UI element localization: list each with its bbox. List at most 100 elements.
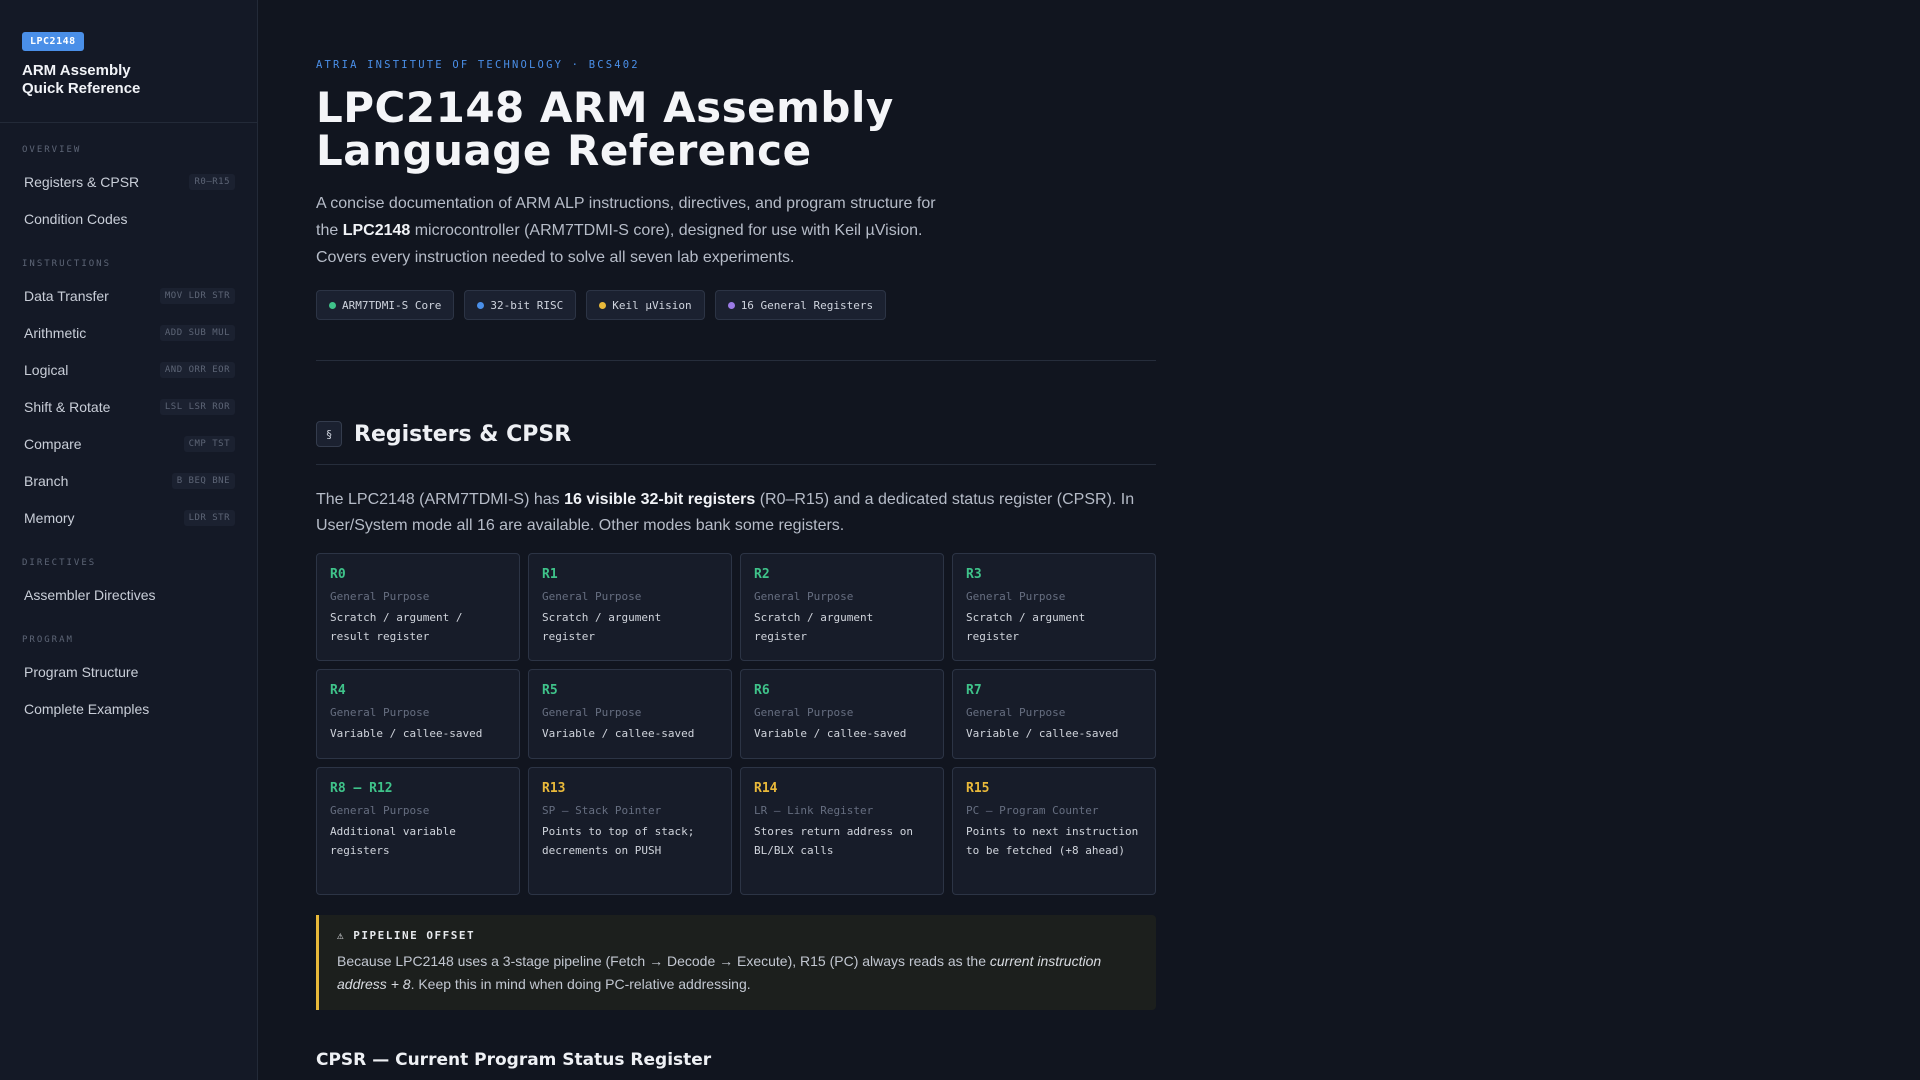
sidebar-item-tag: B BEQ BNE [171, 472, 235, 489]
register-desc: Variable / callee-saved [754, 727, 907, 740]
feature-pill: ARM7TDMI-S Core [316, 290, 455, 320]
pill-label: 32-bit RISC [490, 298, 564, 312]
sidebar-item-logical[interactable]: Logical AND ORR EOR [0, 351, 257, 388]
register-desc: Variable / callee-saved [542, 727, 695, 740]
register-name: R3 [966, 567, 982, 582]
register-role: General Purpose [330, 804, 430, 817]
register-card: R0 General Purpose Scratch / argument / … [316, 553, 520, 661]
sidebar-item-label: Memory [24, 509, 75, 526]
callout-title: ⚠ PIPELINE OFFSET [337, 929, 1136, 942]
sidebar-item-label: Assembler Directives [24, 586, 156, 603]
sidebar-item-label: Shift & Rotate [24, 398, 111, 415]
register-role: General Purpose [542, 590, 642, 603]
register-desc: Points to next instruction to be fetched… [966, 825, 1139, 857]
register-desc: Additional variable registers [330, 825, 456, 857]
nav-section-overview: OVERVIEW Registers & CPSR R0–R15 Conditi… [0, 145, 257, 237]
register-role: General Purpose [754, 706, 854, 719]
section-title: Registers & CPSR [354, 421, 572, 447]
register-name: R8 – R12 [330, 781, 393, 796]
register-name: R5 [542, 683, 558, 698]
section-paragraph: The LPC2148 (ARM7TDMI-S) has 16 visible … [316, 487, 1136, 539]
page-intro: A concise documentation of ARM ALP instr… [316, 190, 956, 271]
sidebar-item-shift-rotate[interactable]: Shift & Rotate LSL LSR ROR [0, 388, 257, 425]
main-content: ATRIA INSTITUTE OF TECHNOLOGY · BCS402 L… [316, 0, 1156, 1070]
sidebar-item-label: Compare [24, 435, 82, 452]
sidebar-item-tag: R0–R15 [189, 173, 235, 190]
divider [316, 464, 1156, 465]
sidebar-item-condition-codes[interactable]: Condition Codes [0, 200, 257, 237]
callout-title-text: PIPELINE OFFSET [353, 929, 476, 942]
register-grid: R0 General Purpose Scratch / argument / … [316, 553, 1156, 895]
sidebar-item-arithmetic[interactable]: Arithmetic ADD SUB MUL [0, 314, 257, 351]
register-name: R6 [754, 683, 770, 698]
sidebar-item-registers[interactable]: Registers & CPSR R0–R15 [0, 163, 257, 200]
register-role: General Purpose [330, 706, 430, 719]
callout-text: Because LPC2148 uses a 3-stage pipeline … [337, 950, 1136, 996]
register-name: R1 [542, 567, 558, 582]
sidebar-item-label: Arithmetic [24, 324, 87, 341]
section-icon: § [316, 421, 342, 447]
brand-title: ARM Assembly Quick Reference [22, 62, 141, 97]
register-role: PC — Program Counter [966, 804, 1099, 817]
page-title: LPC2148 ARM Assembly Language Reference [316, 83, 894, 175]
sidebar-item-tag: LSL LSR ROR [159, 398, 235, 415]
status-dot [727, 301, 735, 309]
sidebar-item-data-transfer[interactable]: Data Transfer MOV LDR STR [0, 277, 257, 314]
nav-section-label: INSTRUCTIONS [22, 259, 112, 269]
sidebar-item-compare[interactable]: Compare CMP TST [0, 425, 257, 462]
sidebar-item-complete-examples[interactable]: Complete Examples [0, 690, 257, 727]
callout-text-part: Because LPC2148 uses a 3-stage pipeline … [337, 953, 990, 969]
register-card: R5 General Purpose Variable / callee-sav… [528, 669, 732, 759]
sidebar-item-label: Logical [24, 361, 69, 378]
register-name: R0 [330, 567, 346, 582]
register-name: R15 [966, 781, 990, 796]
register-card: R13 SP — Stack Pointer Points to top of … [528, 767, 732, 895]
pill-label: ARM7TDMI-S Core [342, 298, 442, 312]
register-desc: Scratch / argument register [754, 611, 874, 643]
register-role: General Purpose [966, 706, 1066, 719]
register-desc: Scratch / argument register [542, 611, 662, 643]
cpsr-title: CPSR — Current Program Status Register [316, 1050, 712, 1070]
status-dot [599, 301, 607, 309]
section-header: § Registers & CPSR [316, 421, 1156, 447]
sidebar-item-tag: MOV LDR STR [159, 287, 235, 304]
register-name: R14 [754, 781, 778, 796]
register-name: R7 [966, 683, 982, 698]
register-desc: Scratch / argument / result register [330, 611, 463, 643]
para-bold: 16 visible 32-bit registers [564, 491, 756, 508]
register-role: LR — Link Register [754, 804, 874, 817]
register-role: General Purpose [542, 706, 642, 719]
sidebar-item-tag: AND ORR EOR [159, 361, 235, 378]
sidebar-item-memory[interactable]: Memory LDR STR [0, 499, 257, 536]
register-role: General Purpose [330, 590, 430, 603]
sidebar: LPC2148 ARM Assembly Quick Reference OVE… [0, 0, 258, 1080]
feature-pills: ARM7TDMI-S Core 32-bit RISC Keil µVision… [316, 290, 1156, 320]
register-card: R1 General Purpose Scratch / argument re… [528, 553, 732, 661]
nav-section-label: OVERVIEW [22, 145, 82, 155]
sidebar-item-tag: ADD SUB MUL [159, 324, 235, 341]
para-text: The LPC2148 (ARM7TDMI-S) has [316, 491, 565, 508]
register-card: R8 – R12 General Purpose Additional vari… [316, 767, 520, 895]
nav-section-instructions: INSTRUCTIONS Data Transfer MOV LDR STR A… [0, 259, 257, 536]
nav-section-label: PROGRAM [22, 635, 74, 645]
register-card: R7 General Purpose Variable / callee-sav… [952, 669, 1156, 759]
sidebar-item-program-structure[interactable]: Program Structure [0, 653, 257, 690]
register-card: R2 General Purpose Scratch / argument re… [740, 553, 944, 661]
nav-section-label: DIRECTIVES [22, 558, 97, 568]
register-card: R3 General Purpose Scratch / argument re… [952, 553, 1156, 661]
sidebar-item-branch[interactable]: Branch B BEQ BNE [0, 462, 257, 499]
register-role: General Purpose [966, 590, 1066, 603]
register-desc: Variable / callee-saved [966, 727, 1119, 740]
pill-label: Keil µVision [612, 298, 692, 312]
sidebar-item-assembler-directives[interactable]: Assembler Directives [0, 576, 257, 613]
register-desc: Variable / callee-saved [330, 727, 483, 740]
nav-section-program: PROGRAM Program Structure Complete Examp… [0, 635, 257, 727]
register-card: R6 General Purpose Variable / callee-sav… [740, 669, 944, 759]
divider [316, 360, 1156, 361]
sidebar-item-tag: LDR STR [183, 509, 235, 526]
register-role: SP — Stack Pointer [542, 804, 662, 817]
feature-pill: 32-bit RISC [464, 290, 577, 320]
register-name: R2 [754, 567, 770, 582]
nav-section-directives: DIRECTIVES Assembler Directives [0, 558, 257, 613]
registers-section: § Registers & CPSR The LPC2148 (ARM7TDMI… [316, 421, 1156, 1070]
